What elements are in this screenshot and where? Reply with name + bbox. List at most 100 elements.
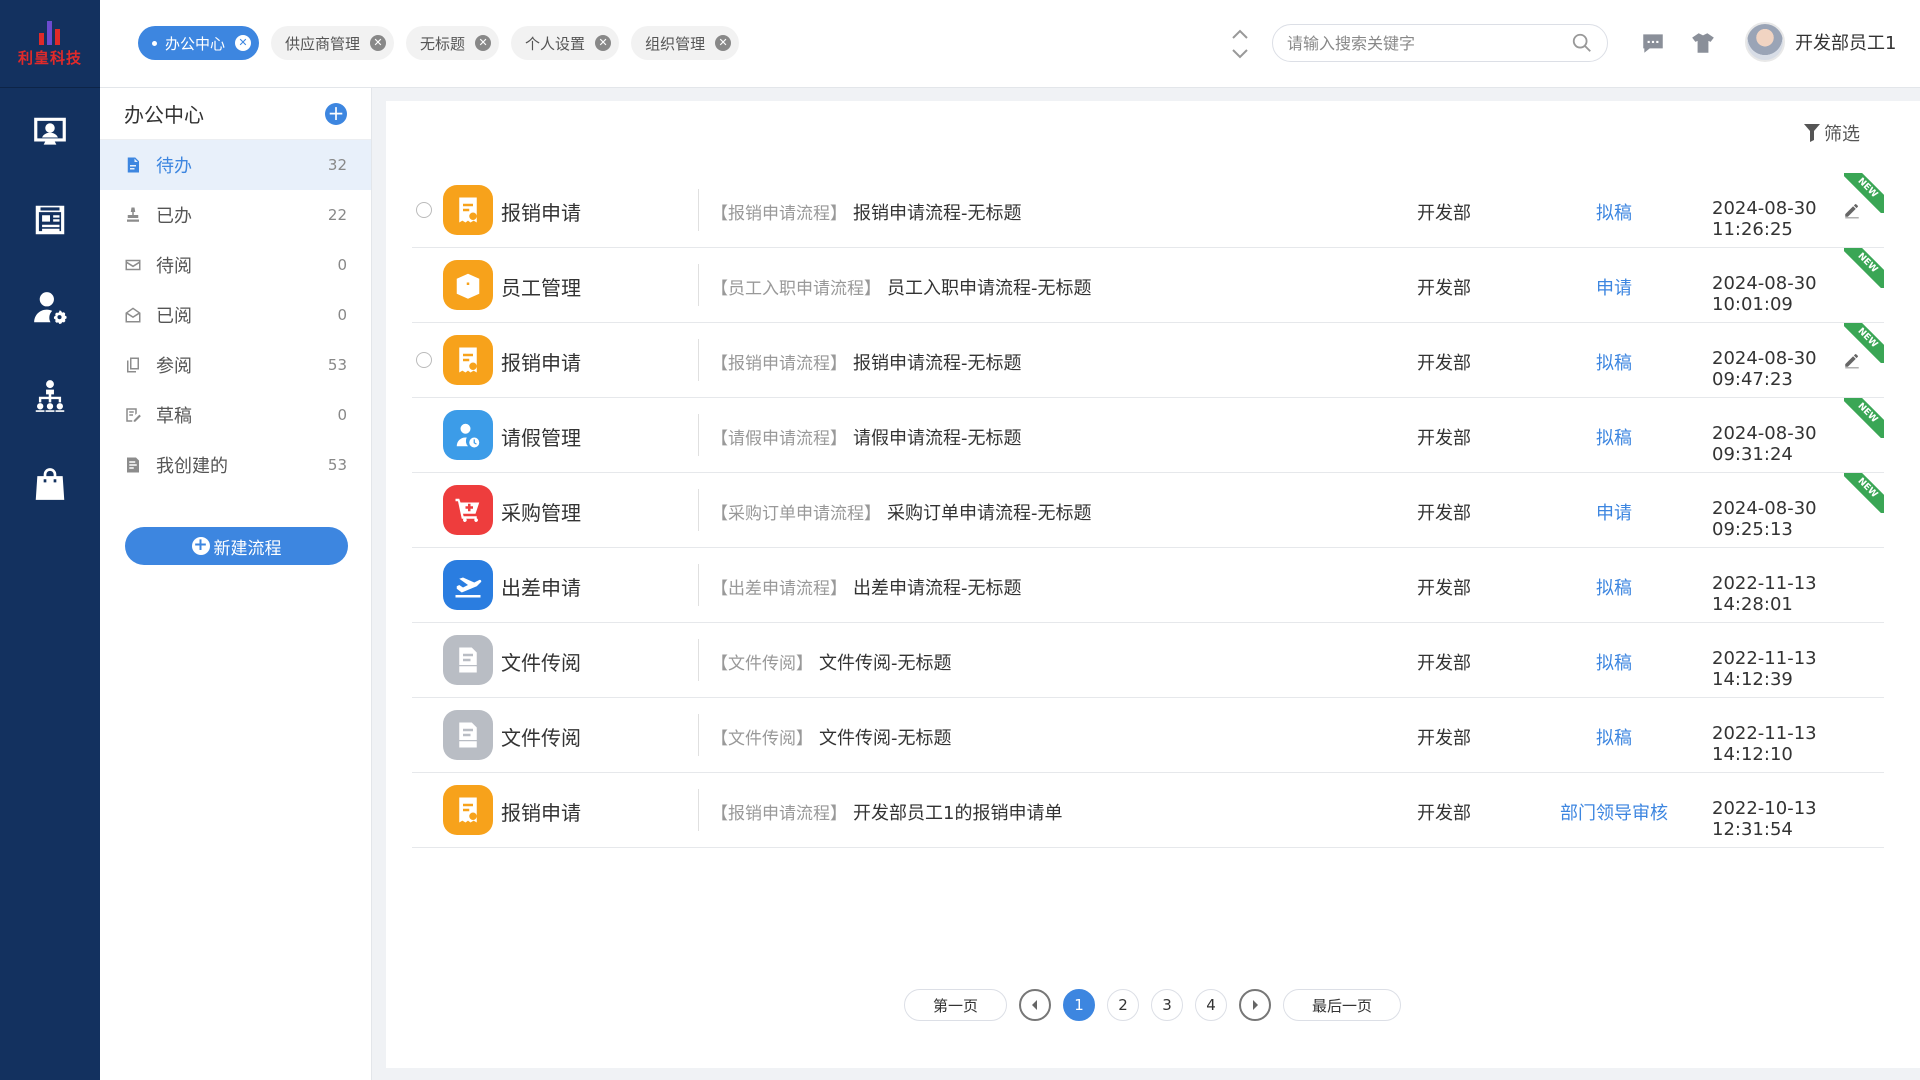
process-type-label: 【文件传阅】	[711, 729, 813, 749]
department: 开发部	[1417, 428, 1471, 449]
sidebar-item-count: 0	[337, 256, 347, 274]
status-link[interactable]: 申请	[1534, 499, 1694, 525]
collapse-toggle-icon[interactable]	[1228, 24, 1252, 64]
close-icon[interactable]: ✕	[235, 35, 252, 51]
status-link[interactable]: 拟稿	[1534, 574, 1694, 600]
close-icon[interactable]: ✕	[475, 35, 492, 51]
new-flow-button[interactable]: + 新建流程	[125, 527, 348, 565]
sidebar-item-reference[interactable]: 参阅 53	[100, 340, 371, 390]
created-icon	[124, 456, 142, 474]
process-title[interactable]: 出差申请流程-无标题	[853, 578, 1022, 599]
row-select-radio[interactable]	[416, 352, 432, 368]
rail-item-contacts[interactable]	[0, 88, 100, 176]
process-title[interactable]: 报销申请流程-无标题	[853, 353, 1022, 374]
table-row[interactable]: 报销申请 【报销申请流程】 开发部员工1的报销申请单 开发部 部门领导审核 2022-10…	[412, 773, 1884, 848]
table-row[interactable]: 采购管理 【采购订单申请流程】 采购订单申请流程-无标题 开发部 申请 2024-08-3…	[412, 473, 1884, 548]
add-icon[interactable]: +	[325, 102, 347, 125]
status-link[interactable]: 拟稿	[1534, 424, 1694, 450]
table-row[interactable]: 文件传阅 【文件传阅】 文件传阅-无标题 开发部 拟稿 2022-11-13 14:12:…	[412, 623, 1884, 698]
process-title[interactable]: 请假申请流程-无标题	[853, 428, 1022, 449]
tab-personal-settings[interactable]: 个人设置 ✕	[511, 26, 620, 60]
rail-item-org[interactable]	[0, 352, 100, 440]
logo-mark-icon	[35, 19, 65, 45]
first-page-button[interactable]: 第一页	[904, 989, 1008, 1021]
page-number[interactable]: 2	[1107, 989, 1140, 1021]
next-page-button[interactable]	[1239, 989, 1272, 1021]
process-title[interactable]: 文件传阅-无标题	[819, 653, 952, 674]
table-row[interactable]: 报销申请 【报销申请流程】 报销申请流程-无标题 开发部 拟稿 2024-08-30 11…	[412, 173, 1884, 248]
page-number[interactable]: 3	[1151, 989, 1184, 1021]
status-link[interactable]: 部门领导审核	[1534, 799, 1694, 825]
department: 开发部	[1417, 653, 1471, 674]
doc-default-icon	[443, 635, 493, 685]
app-name: 报销申请	[501, 201, 581, 225]
rail-item-news[interactable]	[0, 176, 100, 264]
tab-label: 组织管理	[645, 34, 706, 53]
status-link[interactable]: 申请	[1534, 274, 1694, 300]
message-button[interactable]	[1640, 30, 1666, 56]
process-title[interactable]: 报销申请流程-无标题	[853, 203, 1022, 224]
search-icon[interactable]	[1571, 32, 1593, 54]
new-badge-label: NEW	[1844, 473, 1884, 513]
brand-logo[interactable]: 利皇科技	[0, 0, 100, 88]
sidebar-item-created-by-me[interactable]: 我创建的 53	[100, 440, 371, 490]
tab-label: 无标题	[420, 34, 466, 53]
search-input[interactable]	[1287, 33, 1571, 53]
process-title[interactable]: 员工入职申请流程-无标题	[887, 278, 1092, 299]
table-row[interactable]: 出差申请 【出差申请流程】 出差申请流程-无标题 开发部 拟稿 2022-11-13 14…	[412, 548, 1884, 623]
close-icon[interactable]: ✕	[715, 35, 732, 51]
draft-icon	[124, 406, 142, 424]
tab-office-center[interactable]: 办公中心 ✕	[138, 26, 260, 60]
tab-org-management[interactable]: 组织管理 ✕	[631, 26, 740, 60]
tab-label: 供应商管理	[285, 34, 361, 53]
page-number[interactable]: 4	[1195, 989, 1228, 1021]
sidebar-item-read[interactable]: 已阅 0	[100, 290, 371, 340]
app-name: 出差申请	[501, 576, 581, 600]
rail-item-shop[interactable]	[0, 440, 100, 528]
page-number[interactable]: 1	[1063, 989, 1096, 1021]
skin-button[interactable]	[1690, 30, 1716, 56]
close-icon[interactable]: ✕	[595, 35, 612, 51]
process-type: 【文件传阅】 文件传阅-无标题	[711, 649, 952, 675]
tab-untitled[interactable]: 无标题 ✕	[406, 26, 500, 60]
divider	[698, 639, 699, 681]
close-icon[interactable]: ✕	[370, 35, 387, 51]
status-link[interactable]: 拟稿	[1534, 649, 1694, 675]
last-page-button[interactable]: 最后一页	[1283, 989, 1402, 1021]
table-row[interactable]: 员工管理 【员工入职申请流程】 员工入职申请流程-无标题 开发部 申请 2024-08-3…	[412, 248, 1884, 323]
org-chart-icon	[35, 380, 65, 412]
sidebar-item-to-read[interactable]: 待阅 0	[100, 240, 371, 290]
process-type: 【请假申请流程】 请假申请流程-无标题	[711, 424, 1022, 450]
process-type-label: 【员工入职申请流程】	[711, 279, 881, 299]
rail-item-user-settings[interactable]	[0, 264, 100, 352]
sidebar-item-drafts[interactable]: 草稿 0	[100, 390, 371, 440]
status-link[interactable]: 拟稿	[1534, 724, 1694, 750]
app-name: 报销申请	[501, 351, 581, 375]
process-title[interactable]: 文件传阅-无标题	[819, 728, 952, 749]
filter-button[interactable]: 筛选	[1804, 120, 1860, 146]
doc-default-icon	[443, 710, 493, 760]
status-link[interactable]: 拟稿	[1534, 199, 1694, 225]
search-box	[1272, 24, 1608, 62]
table-row[interactable]: 请假管理 【请假申请流程】 请假申请流程-无标题 开发部 拟稿 2024-08-30 09…	[412, 398, 1884, 473]
status-link[interactable]: 拟稿	[1534, 349, 1694, 375]
sidebar-item-count: 32	[327, 156, 347, 174]
shirt-icon	[1692, 33, 1714, 53]
row-select-radio[interactable]	[416, 202, 432, 218]
user-menu[interactable]: 开发部员工1	[1745, 22, 1896, 62]
prev-page-button[interactable]	[1019, 989, 1052, 1021]
chevron-left-icon	[1032, 1000, 1038, 1010]
table-row[interactable]: 文件传阅 【文件传阅】 文件传阅-无标题 开发部 拟稿 2022-11-13 14:12:…	[412, 698, 1884, 773]
tab-supplier-management[interactable]: 供应商管理 ✕	[271, 26, 395, 60]
divider	[698, 264, 699, 306]
table-row[interactable]: 报销申请 【报销申请流程】 报销申请流程-无标题 开发部 拟稿 2024-08-30 09…	[412, 323, 1884, 398]
divider	[698, 189, 699, 231]
sidebar-item-todo[interactable]: 待办 32	[100, 140, 371, 190]
process-title[interactable]: 采购订单申请流程-无标题	[887, 503, 1092, 524]
process-type-label: 【报销申请流程】	[711, 354, 847, 374]
process-title[interactable]: 开发部员工1的报销申请单	[853, 803, 1062, 824]
plus-icon: +	[191, 535, 210, 555]
sidebar-item-label: 待阅	[156, 256, 192, 277]
app-name: 采购管理	[501, 501, 581, 525]
sidebar-item-done[interactable]: 已办 22	[100, 190, 371, 240]
